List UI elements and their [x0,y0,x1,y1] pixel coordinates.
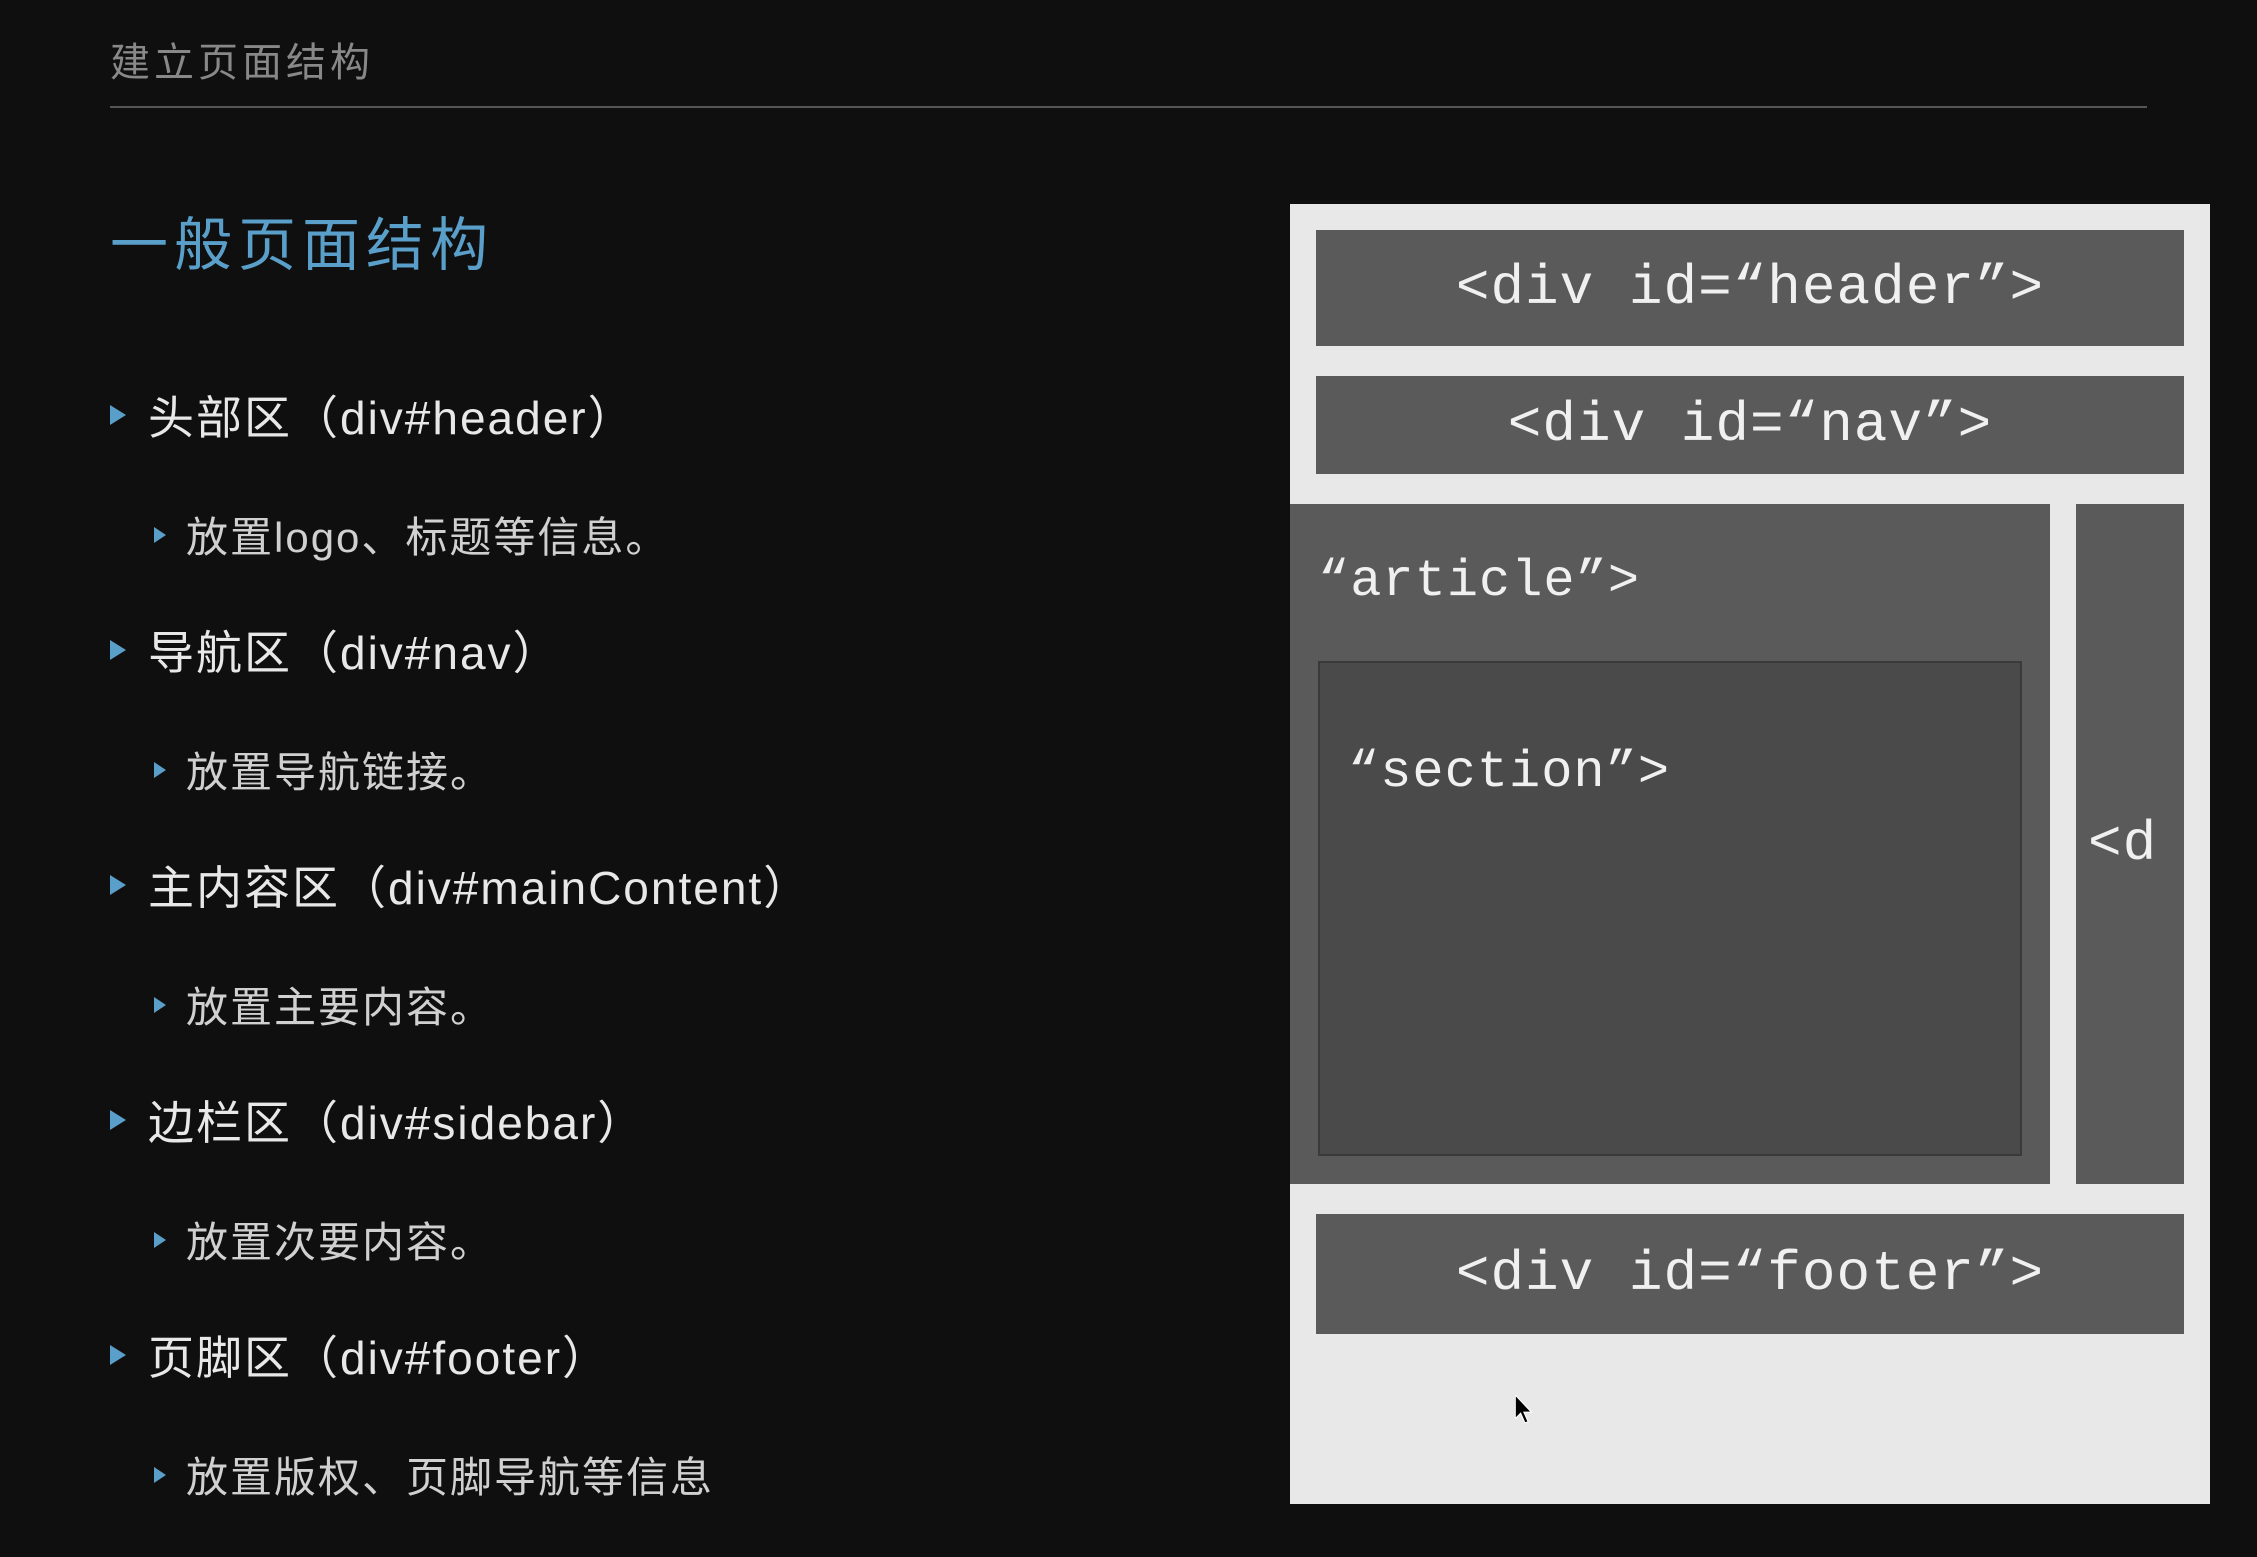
diagram-header-block: <div id=“header”> [1316,230,2184,346]
slide-title: 建立页面结构 [110,30,2147,108]
triangle-icon [154,1232,166,1248]
left-column: 一般页面结构 头部区（div#header） 放置logo、标题等信息。 [110,198,1240,1557]
slide: 建立页面结构 一般页面结构 头部区（div#header） 放置logo、标题等… [0,0,2257,1511]
bullet-text: 导航区（div#nav） [148,617,561,683]
diagram-footer-block: <div id=“footer”> [1316,1214,2184,1334]
bullet-text: 边栏区（div#sidebar） [148,1087,645,1153]
triangle-icon [110,1345,126,1365]
sub-item: 放置主要内容。 [154,974,1240,1035]
list-item: 头部区（div#header） 放置logo、标题等信息。 [110,382,1240,565]
triangle-icon [110,1110,126,1130]
triangle-icon [110,875,126,895]
sub-item: 放置版权、页脚导航等信息 [154,1444,1240,1505]
sub-text: 放置主要内容。 [186,974,494,1035]
list-item: 边栏区（div#sidebar） 放置次要内容。 [110,1087,1240,1270]
diagram-section-block: “section”> [1318,661,2022,1156]
right-column: <div id=“header”> <div id=“nav”> “articl… [1290,198,2210,1557]
diagram-main-row: “article”> “section”> <d [1290,504,2210,1184]
sub-text: 放置版权、页脚导航等信息 [186,1444,714,1505]
sub-text: 放置logo、标题等信息。 [186,504,669,565]
diagram-nav-block: <div id=“nav”> [1316,376,2184,474]
list-item: 页脚区（div#footer） 放置版权、页脚导航等信息 [110,1322,1240,1505]
diagram-sidebar-block: <d [2076,504,2184,1184]
bullet-list: 头部区（div#header） 放置logo、标题等信息。 导航区（div#na… [110,382,1240,1505]
bullet-text: 头部区（div#header） [148,382,636,448]
sub-text: 放置次要内容。 [186,1209,494,1270]
triangle-icon [110,405,126,425]
triangle-icon [154,762,166,778]
sub-item: 放置导航链接。 [154,739,1240,800]
layout-diagram: <div id=“header”> <div id=“nav”> “articl… [1290,204,2210,1504]
triangle-icon [154,997,166,1013]
sub-item: 放置logo、标题等信息。 [154,504,1240,565]
bullet-text: 页脚区（div#footer） [148,1322,610,1388]
triangle-icon [154,1467,166,1483]
sub-text: 放置导航链接。 [186,739,494,800]
content-row: 一般页面结构 头部区（div#header） 放置logo、标题等信息。 [110,198,2147,1557]
section-heading: 一般页面结构 [110,198,1240,282]
diagram-article-label: “article”> [1318,552,2022,611]
list-item: 主内容区（div#mainContent） 放置主要内容。 [110,852,1240,1035]
list-item: 导航区（div#nav） 放置导航链接。 [110,617,1240,800]
triangle-icon [154,527,166,543]
bullet-text: 主内容区（div#mainContent） [148,852,811,918]
diagram-article-block: “article”> “section”> [1290,504,2050,1184]
sub-item: 放置次要内容。 [154,1209,1240,1270]
triangle-icon [110,640,126,660]
